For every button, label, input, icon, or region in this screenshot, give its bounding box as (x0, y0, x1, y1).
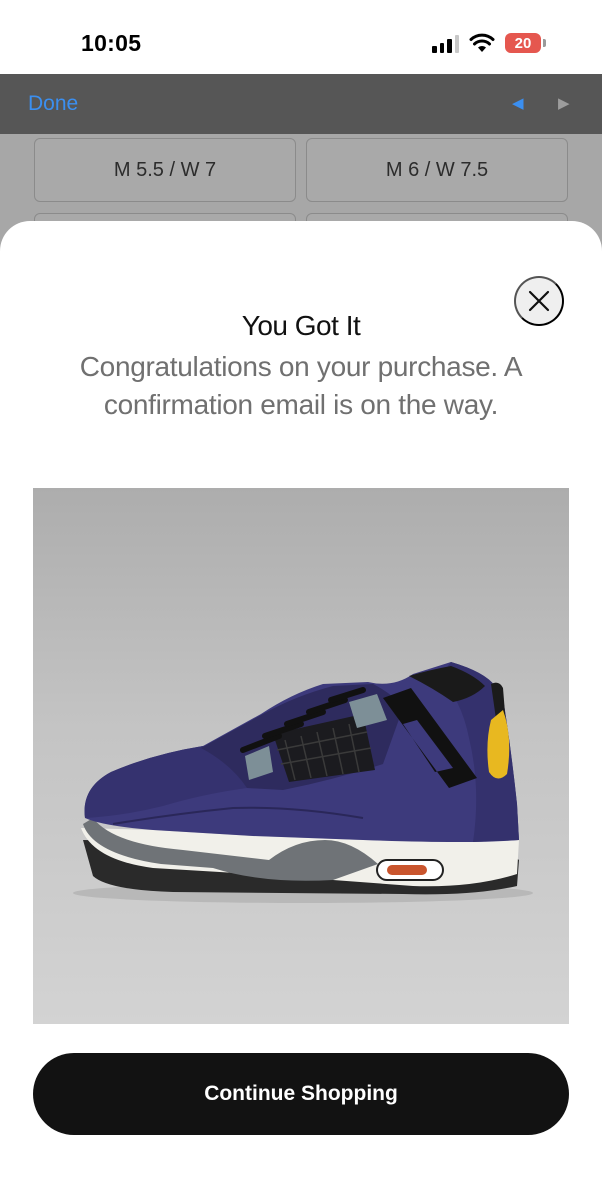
done-button[interactable]: Done (28, 92, 78, 116)
close-icon (528, 290, 550, 312)
size-option[interactable]: M 6 / W 7.5 (306, 138, 568, 202)
status-icons: 20 (432, 33, 546, 53)
next-arrow-icon[interactable]: ▶ (558, 94, 570, 112)
cellular-signal-icon (432, 33, 459, 53)
sneaker-image (73, 662, 533, 903)
confirmation-title: You Got It (241, 310, 361, 341)
previous-arrow-icon[interactable]: ◀ (512, 94, 524, 112)
battery-level: 20 (505, 33, 541, 53)
continue-shopping-button[interactable]: Continue Shopping (33, 1053, 569, 1135)
battery-icon: 20 (505, 33, 546, 53)
wifi-icon (469, 33, 495, 52)
keyboard-toolbar: Done ◀ ▶ (0, 74, 602, 134)
status-time: 10:05 (81, 30, 142, 56)
size-option[interactable]: M 5.5 / W 7 (34, 138, 296, 202)
status-bar: 10:05 20 (0, 0, 602, 74)
confirmation-message: Congratulations on your purchase. A conf… (79, 351, 523, 420)
product-image (33, 488, 569, 1024)
